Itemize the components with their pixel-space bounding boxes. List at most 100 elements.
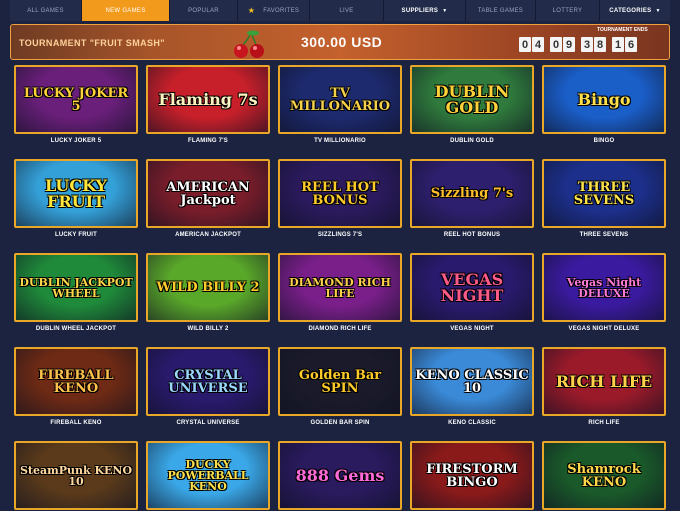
nav-live[interactable]: LIVE — [310, 0, 384, 21]
game-tile[interactable]: LUCKY JOKER 5 LUCKY JOKER 5 — [14, 65, 138, 144]
nav-favorites[interactable]: ★ FAVORITES — [238, 0, 310, 21]
game-title[interactable]: DUBLIN WHEEL JACKPOT — [14, 326, 138, 332]
game-tile[interactable]: Shamrock KENO — [542, 441, 666, 510]
game-tile[interactable]: SteamPunk KENO 10 — [14, 441, 138, 510]
game-tile[interactable]: Golden Bar SPIN GOLDEN BAR SPIN — [278, 347, 402, 426]
game-title[interactable]: DIAMOND RICH LIFE — [278, 326, 402, 332]
game-thumbnail[interactable]: AMERICAN Jackpot — [146, 159, 270, 228]
nav-lottery[interactable]: LOTTERY — [536, 0, 600, 21]
game-title[interactable]: KENO CLASSIC — [410, 420, 534, 426]
game-logo: VEGAS NIGHT — [440, 269, 504, 305]
game-logo: CRYSTAL UNIVERSE — [168, 367, 248, 396]
nav-suppliers-label: SUPPLIERS — [401, 7, 439, 14]
game-title[interactable]: WILD BILLY 2 — [146, 326, 270, 332]
game-title[interactable]: RICH LIFE — [542, 420, 666, 426]
game-tile[interactable]: Bingo BINGO — [542, 65, 666, 144]
nav-live-label: LIVE — [339, 7, 354, 14]
game-tile[interactable]: Sizzling 7's REEL HOT BONUS — [410, 159, 534, 238]
game-logo: LUCKY FRUIT — [45, 175, 107, 211]
game-thumbnail[interactable]: Bingo — [542, 65, 666, 134]
game-tile[interactable]: THREE SEVENS THREE SEVENS — [542, 159, 666, 238]
tournament-banner[interactable]: TOURNAMENT "FRUIT SMASH" 300.00 USD TOUR… — [10, 24, 670, 60]
game-thumbnail[interactable]: Flaming 7s — [146, 65, 270, 134]
game-tile[interactable]: REEL HOT BONUS SIZZLINGS 7'S — [278, 159, 402, 238]
game-thumbnail[interactable]: DUCKY POWERBALL KENO — [146, 441, 270, 510]
game-thumbnail[interactable]: CRYSTAL UNIVERSE — [146, 347, 270, 416]
game-thumbnail[interactable]: LUCKY FRUIT — [14, 159, 138, 228]
game-tile[interactable]: DIAMOND RICH LIFE DIAMOND RICH LIFE — [278, 253, 402, 332]
game-thumbnail[interactable]: Vegas Night DELUXE — [542, 253, 666, 322]
game-tile[interactable]: DUCKY POWERBALL KENO — [146, 441, 270, 510]
game-tile[interactable]: Flaming 7s FLAMING 7'S — [146, 65, 270, 144]
game-tile[interactable]: WILD BILLY 2 WILD BILLY 2 — [146, 253, 270, 332]
nav-suppliers[interactable]: SUPPLIERS ▼ — [384, 0, 466, 21]
game-thumbnail[interactable]: THREE SEVENS — [542, 159, 666, 228]
game-grid: LUCKY JOKER 5 LUCKY JOKER 5 Flaming 7s FLAM… — [14, 65, 666, 510]
game-thumbnail[interactable]: FIRESTORM BINGO — [410, 441, 534, 510]
game-title[interactable]: BINGO — [542, 138, 666, 144]
cherry-icon — [234, 30, 264, 58]
game-logo: Golden Bar SPIN — [298, 367, 382, 396]
game-title[interactable]: LUCKY FRUIT — [14, 232, 138, 238]
game-thumbnail[interactable]: SteamPunk KENO 10 — [14, 441, 138, 510]
game-tile[interactable]: AMERICAN Jackpot AMERICAN JACKPOT — [146, 159, 270, 238]
game-tile[interactable]: DUBLIN JACKPOT WHEEL DUBLIN WHEEL JACKPOT — [14, 253, 138, 332]
nav-table-games[interactable]: TABLE GAMES — [466, 0, 536, 21]
game-tile[interactable]: VEGAS NIGHT VEGAS NIGHT — [410, 253, 534, 332]
nav-categories-label: CATEGORIES — [609, 7, 652, 14]
game-logo: WILD BILLY 2 — [156, 280, 260, 295]
game-title[interactable]: FLAMING 7'S — [146, 138, 270, 144]
game-thumbnail[interactable]: TV MILLONARIO — [278, 65, 402, 134]
game-title[interactable]: VEGAS NIGHT — [410, 326, 534, 332]
game-thumbnail[interactable]: RICH LIFE — [542, 347, 666, 416]
game-thumbnail[interactable]: Golden Bar SPIN — [278, 347, 402, 416]
game-tile[interactable]: Vegas Night DELUXE VEGAS NIGHT DELUXE — [542, 253, 666, 332]
countdown-digit: 3 — [581, 37, 593, 52]
game-tile[interactable]: FIREBALL KENO FIREBALL KENO — [14, 347, 138, 426]
game-tile[interactable]: CRYSTAL UNIVERSE CRYSTAL UNIVERSE — [146, 347, 270, 426]
game-thumbnail[interactable]: VEGAS NIGHT — [410, 253, 534, 322]
top-nav: ALL GAMES NEW GAMES POPULAR ★ FAVORITES L… — [10, 0, 670, 21]
caret-down-icon: ▼ — [442, 7, 448, 14]
game-title[interactable]: REEL HOT BONUS — [410, 232, 534, 238]
game-logo: DUBLIN GOLD — [434, 81, 510, 117]
game-title[interactable]: DUBLIN GOLD — [410, 138, 534, 144]
game-thumbnail[interactable]: Shamrock KENO — [542, 441, 666, 510]
game-thumbnail[interactable]: DUBLIN JACKPOT WHEEL — [14, 253, 138, 322]
game-title[interactable]: VEGAS NIGHT DELUXE — [542, 326, 666, 332]
game-tile[interactable]: KENO CLASSIC 10 KENO CLASSIC — [410, 347, 534, 426]
game-thumbnail[interactable]: FIREBALL KENO — [14, 347, 138, 416]
nav-categories[interactable]: CATEGORIES ▼ — [600, 0, 670, 21]
game-thumbnail[interactable]: 888 Gems — [278, 441, 402, 510]
game-title[interactable]: LUCKY JOKER 5 — [14, 138, 138, 144]
game-thumbnail[interactable]: Sizzling 7's — [410, 159, 534, 228]
game-tile[interactable]: TV MILLONARIO TV MILLIONARIO — [278, 65, 402, 144]
game-thumbnail[interactable]: LUCKY JOKER 5 — [14, 65, 138, 134]
nav-all-games-label: ALL GAMES — [27, 7, 64, 14]
game-title[interactable]: CRYSTAL UNIVERSE — [146, 420, 270, 426]
game-tile[interactable]: DUBLIN GOLD DUBLIN GOLD — [410, 65, 534, 144]
game-thumbnail[interactable]: REEL HOT BONUS — [278, 159, 402, 228]
tournament-ends-label: TOURNAMENT ENDS — [597, 27, 648, 33]
game-logo: KENO CLASSIC 10 — [415, 367, 529, 396]
game-tile[interactable]: FIRESTORM BINGO — [410, 441, 534, 510]
game-thumbnail[interactable]: KENO CLASSIC 10 — [410, 347, 534, 416]
game-title[interactable]: SIZZLINGS 7'S — [278, 232, 402, 238]
game-tile[interactable]: LUCKY FRUIT LUCKY FRUIT — [14, 159, 138, 238]
game-thumbnail[interactable]: WILD BILLY 2 — [146, 253, 270, 322]
game-tile[interactable]: RICH LIFE RICH LIFE — [542, 347, 666, 426]
game-title[interactable]: THREE SEVENS — [542, 232, 666, 238]
game-thumbnail[interactable]: DUBLIN GOLD — [410, 65, 534, 134]
game-title[interactable]: GOLDEN BAR SPIN — [278, 420, 402, 426]
nav-popular[interactable]: POPULAR — [170, 0, 238, 21]
countdown-digit: 6 — [625, 37, 637, 52]
game-title[interactable]: FIREBALL KENO — [14, 420, 138, 426]
game-title[interactable]: AMERICAN JACKPOT — [146, 232, 270, 238]
game-logo: DIAMOND RICH LIFE — [289, 275, 391, 300]
nav-all-games[interactable]: ALL GAMES — [10, 0, 82, 21]
nav-new-games[interactable]: NEW GAMES — [82, 0, 170, 21]
game-logo: Shamrock KENO — [567, 461, 641, 490]
game-thumbnail[interactable]: DIAMOND RICH LIFE — [278, 253, 402, 322]
game-title[interactable]: TV MILLIONARIO — [278, 138, 402, 144]
game-tile[interactable]: 888 Gems — [278, 441, 402, 510]
